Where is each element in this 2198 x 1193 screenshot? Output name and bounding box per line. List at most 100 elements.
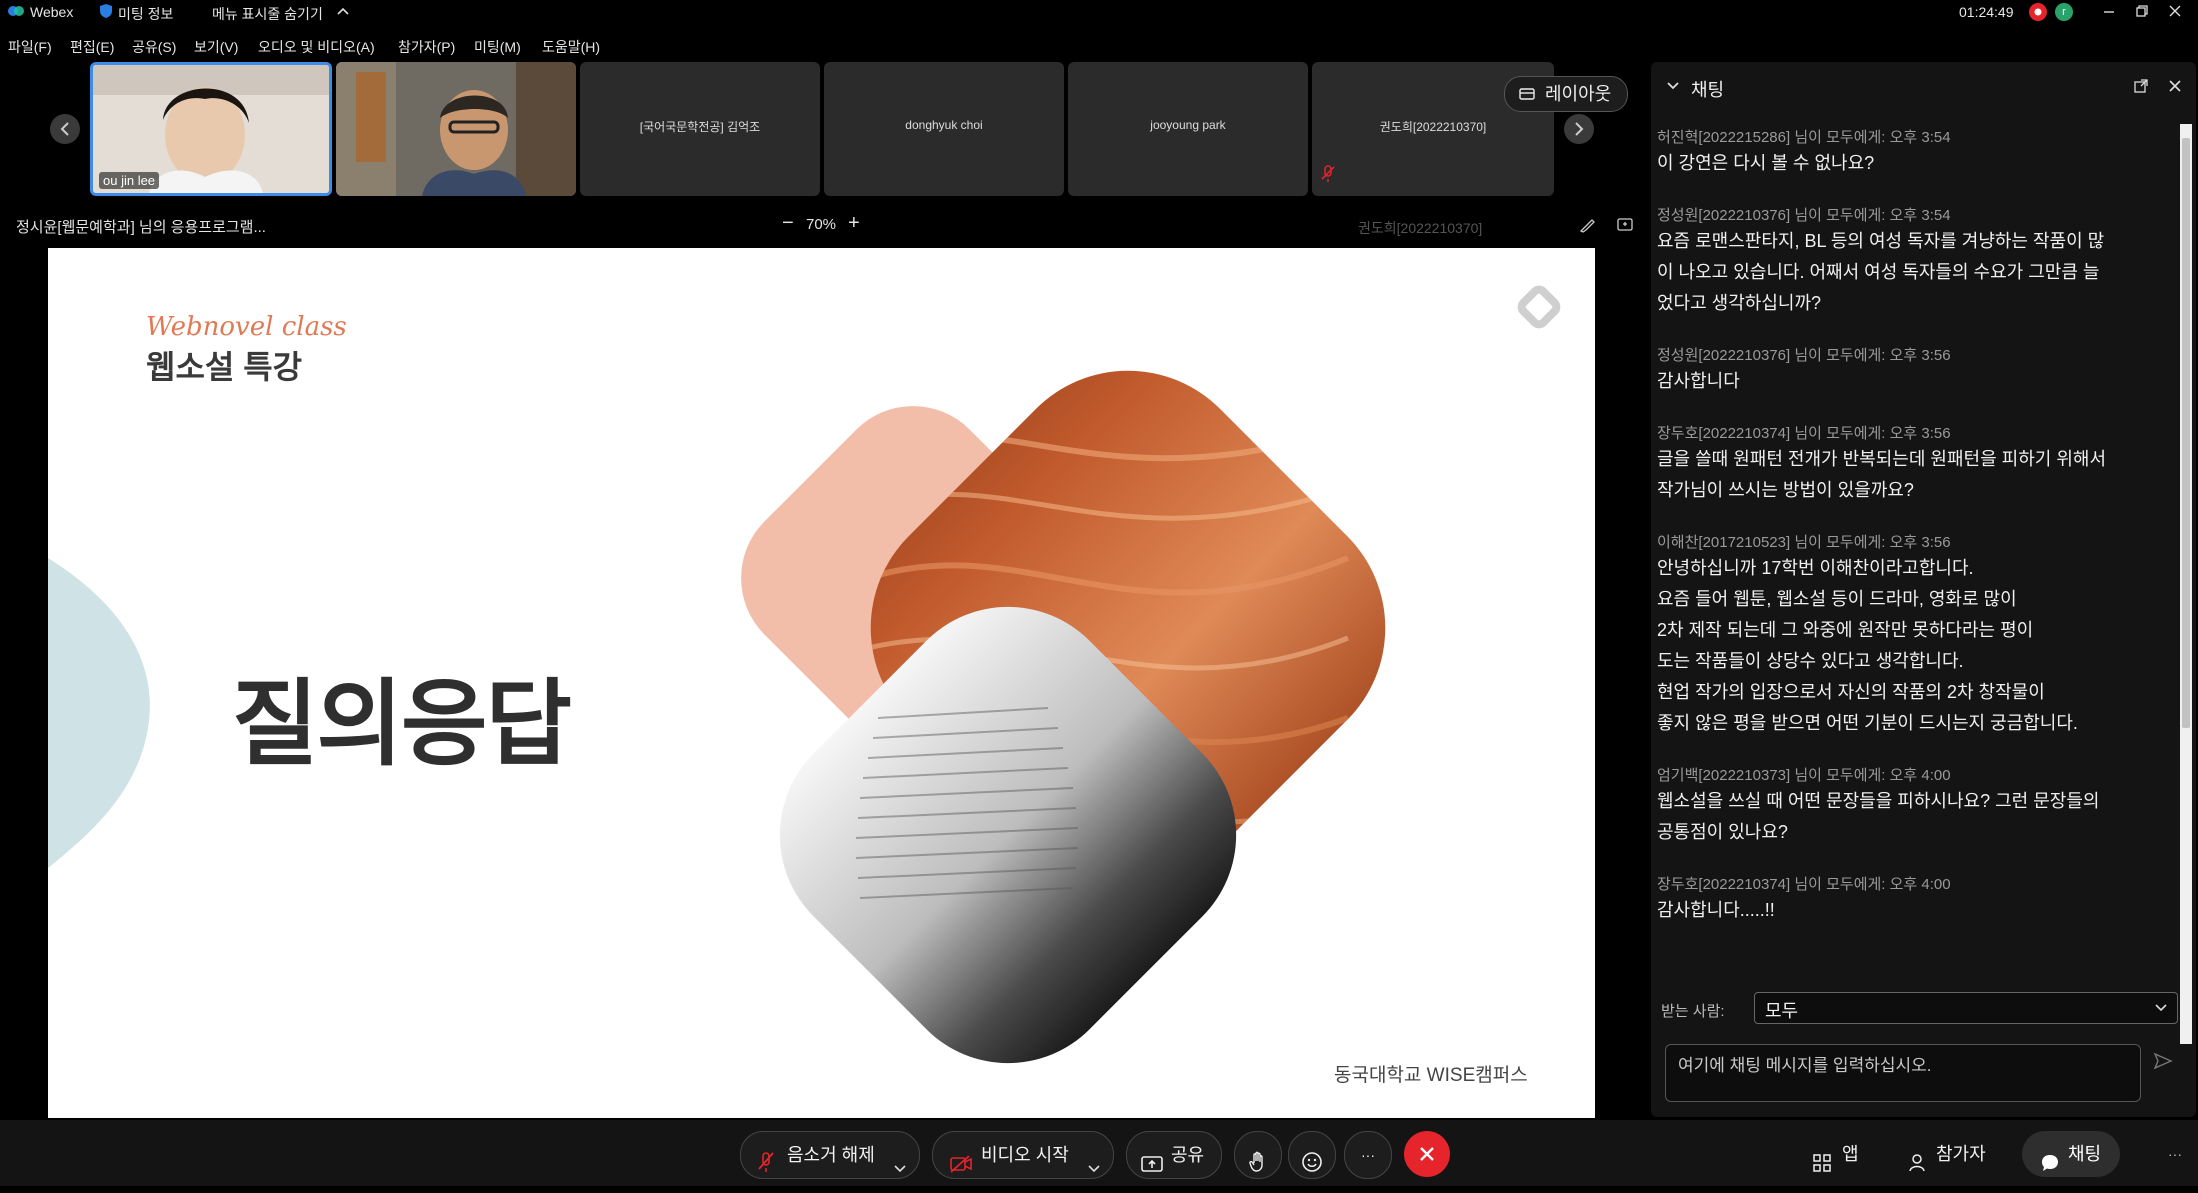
close-icon	[1420, 1147, 1434, 1161]
chat-message-line: 2차 제작 되는데 그 와중에 원작만 못하다라는 평이	[1657, 620, 2034, 640]
meeting-info-button[interactable]: 미팅 정보	[118, 4, 173, 24]
chat-message-line: 요즘 로맨스판타지, BL 등의 여성 독자를 겨냥하는 작품이 많	[1657, 231, 2105, 251]
hide-menu-button[interactable]: 메뉴 표시줄 숨기기	[212, 4, 323, 24]
chat-message-line: 공통점이 있나요?	[1657, 822, 1788, 842]
unmute-button[interactable]: 음소거 해제	[740, 1131, 920, 1179]
menu-file[interactable]: 파일(F)	[8, 37, 52, 57]
close-chat-icon[interactable]	[2167, 78, 2183, 99]
participants-label: 참가자	[1936, 1144, 1986, 1164]
recipient-select[interactable]: 모두	[1754, 992, 2178, 1024]
chat-panel: 채팅 허진혁[2022215286] 님이 모두에게: 오후 3:54 이 강연…	[1651, 62, 2196, 1117]
menu-help[interactable]: 도움말(H)	[542, 37, 600, 57]
chat-message-header: 장두호[2022210374] 님이 모두에게: 오후 4:00	[1657, 876, 1951, 893]
start-video-label: 비디오 시작	[981, 1145, 1069, 1165]
chat-message-line: 작가님이 쓰시는 방법이 있을까요?	[1657, 480, 1914, 500]
chevron-up-icon[interactable]	[336, 4, 350, 21]
start-video-button[interactable]: 비디오 시작	[932, 1131, 1114, 1179]
reactions-button[interactable]	[1288, 1131, 1336, 1179]
send-icon[interactable]	[2153, 1052, 2173, 1075]
apps-grid-icon	[1812, 1144, 1832, 1190]
chat-scrollbar-thumb[interactable]	[2182, 138, 2190, 728]
menu-meeting[interactable]: 미팅(M)	[474, 37, 521, 57]
minimize-icon[interactable]	[2102, 4, 2116, 21]
participant-name: jooyoung park	[1150, 118, 1226, 132]
layout-button[interactable]: 레이아웃	[1504, 76, 1628, 112]
chat-input-placeholder: 여기에 채팅 메시지를 입력하십시오.	[1678, 1056, 1932, 1075]
menu-participants[interactable]: 참가자(P)	[398, 37, 455, 57]
participant-name: [국어국문학전공] 김억조	[639, 120, 761, 134]
strip-next-button[interactable]	[1564, 114, 1594, 144]
shared-slide: Webnovel class 웹소설 특강 질의응답 동국대학교 WISE캠퍼스	[48, 248, 1595, 1118]
host-video-feed	[336, 62, 576, 196]
share-screen-icon	[1141, 1145, 1163, 1191]
chat-message-line: 감사합니다	[1657, 371, 1740, 391]
chevron-down-icon	[2153, 1000, 2169, 1021]
menu-bar: 파일(F) 편집(E) 공유(S) 보기(V) 오디오 및 비디오(A) 참가자…	[0, 33, 2198, 59]
chat-bubble-icon	[2040, 1144, 2060, 1190]
zoom-level: 70%	[806, 216, 837, 233]
chat-message-header: 이해찬[2017210523] 님이 모두에게: 오후 3:56	[1657, 534, 1951, 551]
participant-name: 권도희[2022210370]	[1379, 120, 1487, 134]
chat-toggle-label: 채팅	[2068, 1144, 2102, 1164]
avatar[interactable]: r	[2055, 3, 2073, 21]
more-icon[interactable]: ···	[2168, 1146, 2182, 1162]
ghost-participant-label: 권도희[2022210370]	[1358, 220, 1483, 236]
video-off-icon	[949, 1145, 973, 1191]
share-button[interactable]: 공유	[1126, 1131, 1222, 1179]
menu-view[interactable]: 보기(V)	[194, 37, 238, 57]
video-tile-self[interactable]: ou jin lee	[90, 62, 332, 196]
chat-message-line: 감사합니다.....!!	[1657, 900, 1775, 920]
chat-toggle-button[interactable]: 채팅	[2022, 1131, 2120, 1177]
video-tile-participant-3[interactable]: jooyoung park	[1068, 62, 1308, 196]
close-window-icon[interactable]	[2168, 4, 2182, 21]
meeting-clock: 01:24:49	[1959, 4, 2014, 20]
muted-mic-icon	[757, 1144, 775, 1190]
chevron-right-icon	[1575, 122, 1584, 136]
chat-title: 채팅	[1691, 80, 1725, 100]
video-tile-host[interactable]	[336, 62, 576, 196]
muted-mic-icon	[1320, 165, 1336, 188]
chevron-down-icon[interactable]	[1087, 1147, 1101, 1193]
pop-out-share-icon[interactable]	[1616, 216, 1634, 239]
menu-share[interactable]: 공유(S)	[132, 37, 176, 57]
apps-label: 앱	[1842, 1144, 1859, 1164]
chat-message-header: 허진혁[2022215286] 님이 모두에게: 오후 3:54	[1657, 129, 1951, 146]
chevron-down-icon[interactable]	[1665, 78, 1681, 99]
participant-name: donghyuk choi	[905, 118, 983, 132]
chat-message-line: 현업 작가의 입장으로서 자신의 작품의 2차 창작물이	[1657, 682, 2045, 702]
end-call-button[interactable]	[1404, 1131, 1450, 1177]
title-bar: Webex 미팅 정보 메뉴 표시줄 숨기기 01:24:49 r	[0, 0, 2198, 26]
raise-hand-button[interactable]	[1234, 1131, 1282, 1179]
video-tile-participant-2[interactable]: donghyuk choi	[824, 62, 1064, 196]
zoom-in-button[interactable]: +	[848, 212, 860, 235]
chat-message-line: 이 나오고 있습니다. 어째서 여성 독자들의 수요가 그만큼 늘	[1657, 262, 2100, 282]
app-name: Webex	[30, 4, 74, 20]
person-icon	[1908, 1144, 1928, 1190]
menu-audio-video[interactable]: 오디오 및 비디오(A)	[258, 37, 375, 57]
zoom-out-button[interactable]: −	[782, 212, 794, 235]
strip-prev-button[interactable]	[50, 114, 80, 144]
pop-out-icon[interactable]	[2133, 78, 2149, 99]
menu-edit[interactable]: 편집(E)	[70, 37, 114, 57]
chat-message-header: 정성원[2022210376] 님이 모두에게: 오후 3:56	[1657, 347, 1951, 364]
restore-icon[interactable]	[2135, 4, 2149, 21]
chat-scrollbar[interactable]	[2180, 124, 2192, 1044]
share-toolbar: 정시윤[웹문예학과] 님의 응용프로그램... − 70% + 권도희[2022…	[0, 210, 1640, 240]
chat-input[interactable]: 여기에 채팅 메시지를 입력하십시오.	[1665, 1044, 2141, 1102]
more-options-button[interactable]: ···	[1344, 1131, 1392, 1179]
slide-title: 웹소설 특강	[146, 349, 303, 385]
chat-message-line: 글을 쓸때 원패턴 전개가 반복되는데 원패턴을 피하기 위해서	[1657, 449, 2107, 469]
webex-logo-icon	[8, 4, 24, 21]
chat-message-line: 도는 작품들이 상당수 있다고 생각합니다.	[1657, 651, 1964, 671]
chat-message-line: 안녕하십니까 17학번 이해찬이라고합니다.	[1657, 558, 1974, 578]
recipient-value: 모두	[1765, 1001, 1799, 1021]
chat-message-line: 요즘 들어 웹툰, 웹소설 등이 드라마, 영화로 많이	[1657, 589, 2017, 609]
chevron-down-icon[interactable]	[893, 1147, 907, 1193]
unmute-label: 음소거 해제	[787, 1145, 875, 1165]
layout-label: 레이아웃	[1545, 84, 1612, 104]
emoji-icon	[1301, 1144, 1323, 1190]
annotate-icon[interactable]	[1578, 216, 1596, 239]
video-tile-participant-1[interactable]: [국어국문학전공] 김억조	[580, 62, 820, 196]
recipient-label: 받는 사람:	[1661, 1003, 1725, 1020]
self-name-label: ou jin lee	[99, 172, 160, 189]
